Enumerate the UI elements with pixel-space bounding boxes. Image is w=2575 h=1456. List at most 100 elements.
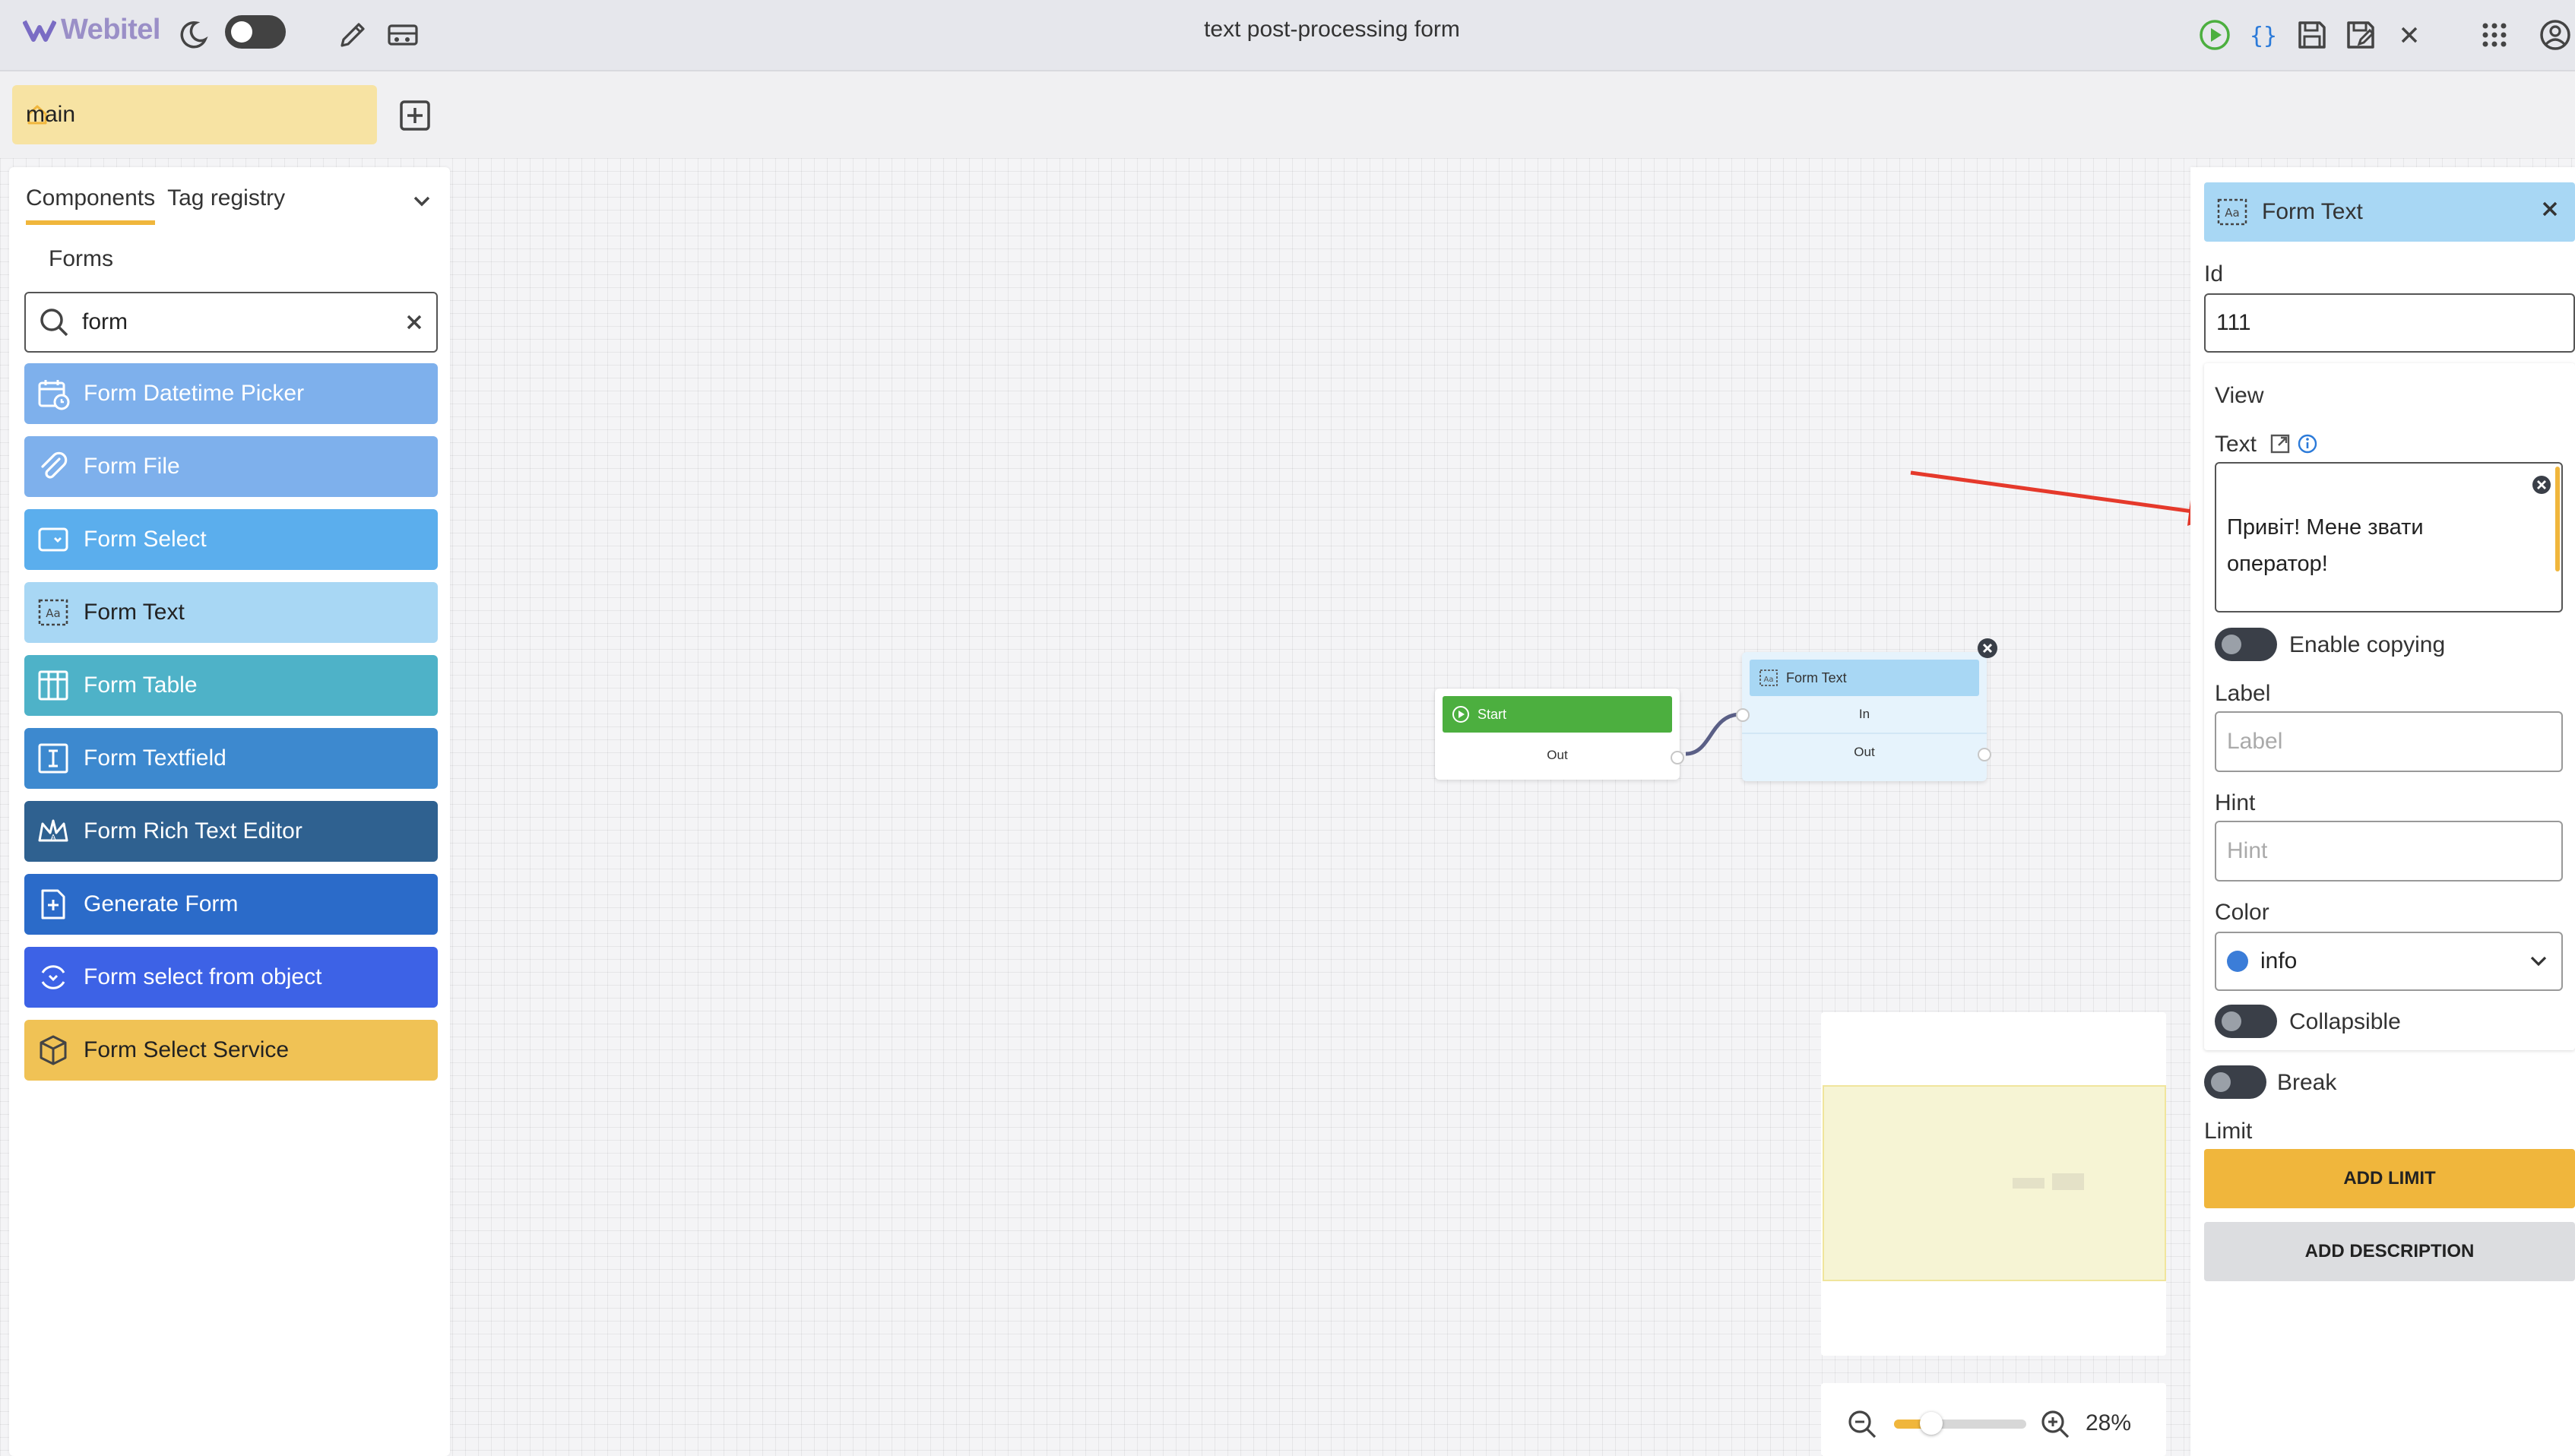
- enable-copying-label: Enable copying: [2289, 632, 2446, 657]
- zoom-slider[interactable]: [1894, 1420, 2026, 1429]
- zoom-percent: 28%: [2086, 1410, 2132, 1435]
- node-start-out-label: Out: [1547, 748, 1568, 762]
- component-item[interactable]: Aa Form Text: [24, 582, 438, 643]
- component-item[interactable]: Form Select Service: [24, 1020, 438, 1081]
- play-icon[interactable]: [2193, 14, 2236, 56]
- search-input[interactable]: form: [82, 309, 392, 335]
- hint-input[interactable]: Hint: [2215, 821, 2563, 882]
- zoom-in-icon[interactable]: [2040, 1409, 2070, 1439]
- id-label: Id: [2204, 261, 2224, 286]
- text-frame-icon: Aa: [2217, 198, 2247, 226]
- info-icon[interactable]: [2297, 433, 2318, 454]
- node-start[interactable]: Start Out: [1435, 688, 1684, 780]
- tab-main[interactable]: main: [12, 85, 377, 144]
- add-tab-button[interactable]: [394, 94, 436, 137]
- clear-search-icon[interactable]: [404, 312, 424, 332]
- table-icon: [36, 669, 70, 702]
- top-bar: Webitel text post-processing form {}: [0, 0, 2575, 71]
- textfield-cursor-icon: [36, 742, 70, 775]
- zoom-out-icon[interactable]: [1847, 1409, 1877, 1439]
- node-form-text-in-port[interactable]: [1736, 708, 1750, 722]
- component-label: Form Select: [84, 527, 207, 552]
- page-title: text post-processing form: [1204, 17, 1460, 42]
- play-circle-icon: [1452, 706, 1469, 723]
- component-item[interactable]: Form select from object: [24, 947, 438, 1008]
- apps-grid-icon[interactable]: [2473, 14, 2516, 56]
- text-frame-icon: Aa: [1759, 669, 1778, 686]
- section-forms: Forms: [49, 246, 113, 271]
- save-icon[interactable]: [2291, 14, 2333, 56]
- component-label: Form Datetime Picker: [84, 381, 305, 406]
- close-icon[interactable]: [2388, 14, 2431, 56]
- component-label: Form Table: [84, 673, 198, 698]
- break-toggle[interactable]: [2204, 1065, 2266, 1099]
- hint-label: Hint: [2215, 790, 2256, 815]
- component-item[interactable]: Form Table: [24, 655, 438, 716]
- document-plus-icon: [36, 888, 70, 921]
- component-label: Form Text: [84, 600, 185, 625]
- collapsible-label: Collapsible: [2289, 1009, 2401, 1034]
- add-description-button[interactable]: ADD DESCRIPTION: [2204, 1222, 2575, 1281]
- color-select[interactable]: info: [2215, 932, 2563, 991]
- crown-icon: A: [36, 815, 70, 848]
- node-start-header: Start: [1443, 696, 1672, 733]
- label-placeholder: Label: [2227, 729, 2283, 754]
- color-label: Color: [2215, 900, 2269, 925]
- node-start-out-port[interactable]: [1671, 751, 1684, 764]
- account-icon[interactable]: [2534, 14, 2575, 56]
- calendar-clock-icon: [36, 377, 70, 410]
- svg-text:Aa: Aa: [2225, 206, 2239, 220]
- node-form-text[interactable]: Aa Form Text In Out: [1736, 638, 1997, 781]
- label-input[interactable]: Label: [2215, 711, 2563, 772]
- node-start-title: Start: [1478, 706, 1507, 722]
- collapsible-toggle[interactable]: [2215, 1005, 2277, 1038]
- plus-square-icon: [400, 100, 430, 131]
- text-editor[interactable]: Привіт! Мене звати оператор! Змінна: ${т…: [2215, 462, 2563, 612]
- component-item[interactable]: Form Datetime Picker: [24, 363, 438, 424]
- text-label: Text: [2215, 432, 2257, 457]
- text-editor-scrollbar[interactable]: [2555, 467, 2560, 571]
- color-value: info: [2260, 948, 2298, 973]
- minimap-viewport[interactable]: [1823, 1085, 2166, 1281]
- id-input[interactable]: 111: [2204, 293, 2575, 353]
- break-label: Break: [2277, 1070, 2337, 1095]
- tab-components[interactable]: Components: [26, 185, 156, 225]
- zoom-slider-thumb[interactable]: [1919, 1412, 1943, 1435]
- close-panel-icon[interactable]: [2539, 198, 2561, 220]
- text-frame-icon: Aa: [36, 596, 70, 629]
- node-form-text-header: Aa Form Text: [1750, 660, 1979, 696]
- component-item[interactable]: Form Select: [24, 509, 438, 570]
- svg-text:Aa: Aa: [46, 606, 60, 620]
- component-label: Form Textfield: [84, 745, 226, 771]
- text-editor-value: Привіт! Мене звати оператор! Змінна: ${т…: [2227, 515, 2424, 576]
- json-braces-icon[interactable]: {}: [2242, 14, 2285, 56]
- component-label: Form Select Service: [84, 1037, 290, 1062]
- component-item[interactable]: Form File: [24, 436, 438, 497]
- annotation-arrow-icon: [1910, 470, 2219, 526]
- properties-title: Form Text: [2262, 199, 2363, 224]
- chevron-down-icon[interactable]: [409, 188, 435, 214]
- component-label: Form Rich Text Editor: [84, 818, 302, 844]
- component-search[interactable]: form: [24, 292, 438, 353]
- tab-tag-registry[interactable]: Tag registry: [167, 185, 285, 225]
- component-item[interactable]: Generate Form: [24, 874, 438, 935]
- save-as-icon[interactable]: [2339, 14, 2382, 56]
- component-item[interactable]: Form Textfield: [24, 728, 438, 789]
- expand-editor-icon[interactable]: [2269, 433, 2291, 454]
- component-label: Generate Form: [84, 891, 239, 916]
- view-label: View: [2215, 383, 2264, 408]
- tab-row: main: [0, 71, 2575, 158]
- node-remove-icon[interactable]: [1976, 637, 1999, 660]
- add-limit-button[interactable]: ADD LIMIT: [2204, 1149, 2575, 1208]
- svg-text:{}: {}: [2250, 23, 2277, 49]
- enable-copying-toggle[interactable]: [2215, 628, 2277, 661]
- properties-header: Aa Form Text: [2204, 182, 2575, 242]
- node-form-text-out-port[interactable]: [1978, 748, 1991, 761]
- svg-text:Aa: Aa: [1764, 676, 1774, 684]
- component-label: Form select from object: [84, 964, 322, 989]
- paperclip-icon: [36, 450, 70, 483]
- clear-text-icon[interactable]: [2531, 474, 2552, 495]
- component-item[interactable]: A Form Rich Text Editor: [24, 801, 438, 862]
- circle-select-icon: [36, 961, 70, 994]
- hint-placeholder: Hint: [2227, 838, 2268, 863]
